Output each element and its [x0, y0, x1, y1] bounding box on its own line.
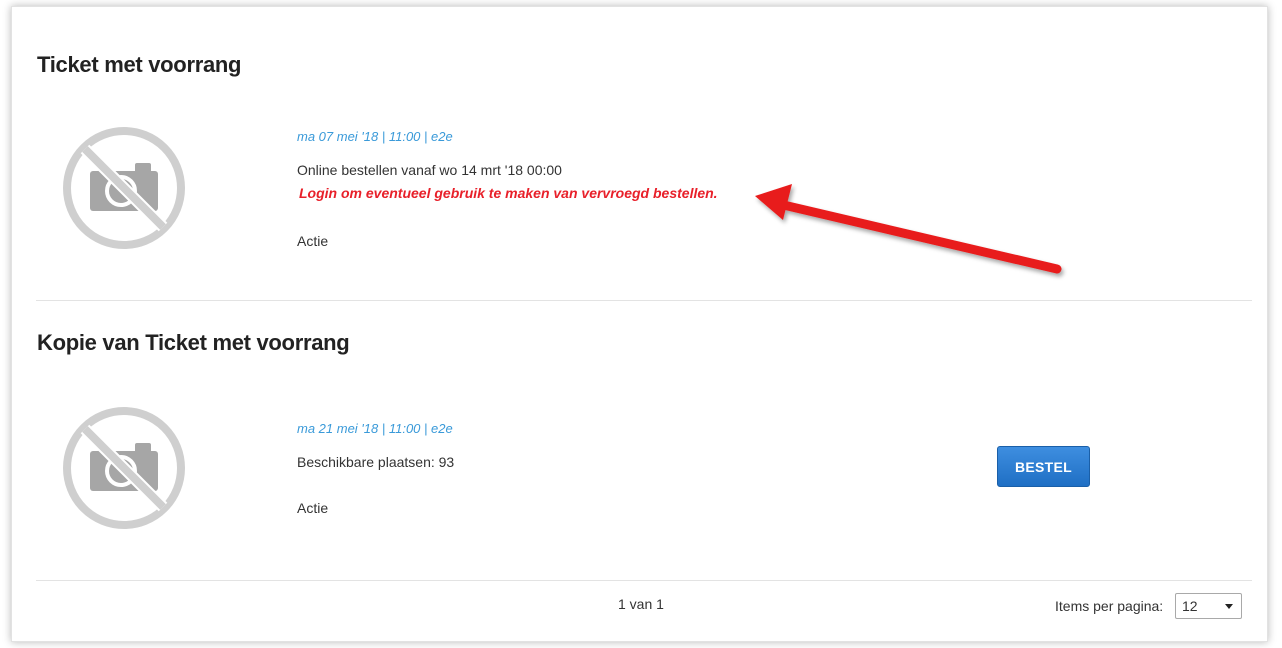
- divider: [36, 300, 1252, 301]
- event-date: ma 07 mei '18 | 11:00 | e2e: [297, 129, 453, 144]
- event-list-panel: [11, 6, 1268, 642]
- event-label: Actie: [297, 233, 329, 249]
- red-arrow-annotation: [755, 184, 1062, 274]
- no-photo-icon: [63, 127, 185, 249]
- order-from-text: Online bestellen vanaf wo 14 mrt '18 00:…: [297, 162, 562, 178]
- event-title: Ticket met voorrang: [37, 52, 242, 77]
- event-date: ma 21 mei '18 | 11:00 | e2e: [297, 421, 453, 436]
- page-indicator: 1 van 1: [618, 596, 664, 612]
- chevron-down-icon: [1225, 603, 1233, 609]
- divider: [36, 580, 1252, 581]
- event-label: Actie: [297, 500, 329, 516]
- order-button[interactable]: BESTEL: [997, 446, 1090, 487]
- items-per-page-select[interactable]: 12: [1175, 593, 1242, 619]
- event-title: Kopie van Ticket met voorrang: [37, 330, 350, 355]
- items-per-page-value: 12: [1182, 598, 1198, 614]
- availability-text: Beschikbare plaatsen: 93: [297, 454, 455, 470]
- login-notice[interactable]: Login om eventueel gebruik te maken van …: [299, 185, 718, 201]
- no-photo-icon: [63, 407, 185, 529]
- items-per-page-label: Items per pagina:: [1055, 598, 1164, 614]
